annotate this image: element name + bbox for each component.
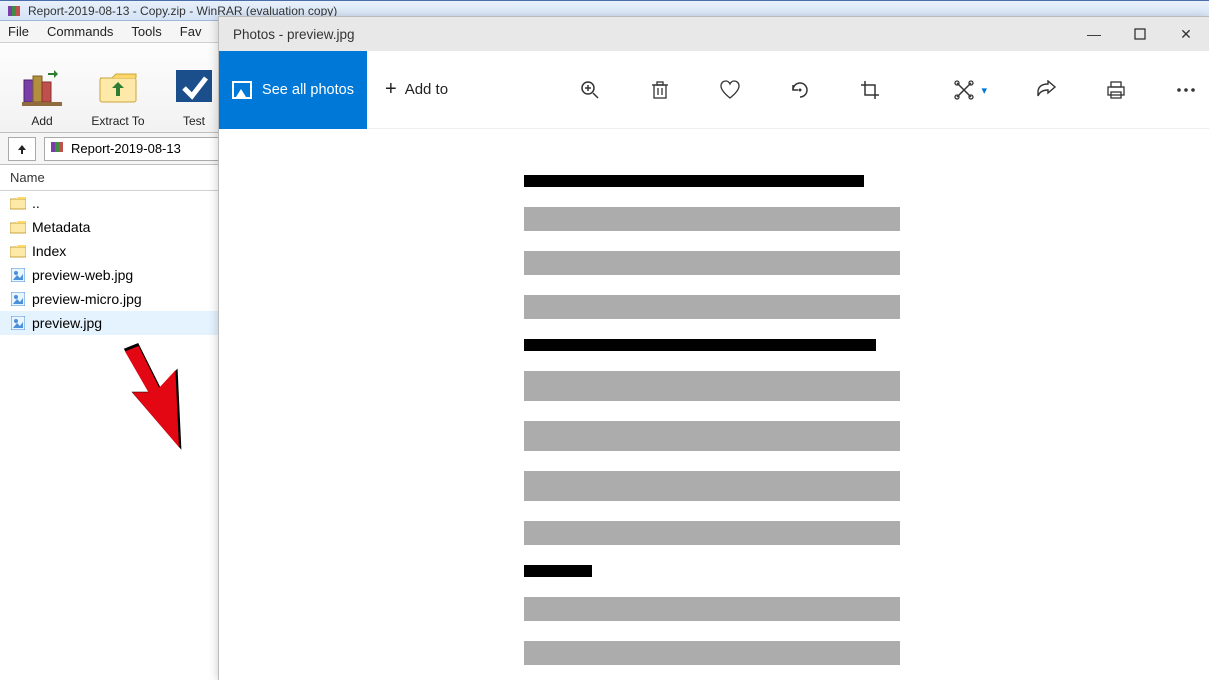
add-to-label: Add to [405,81,448,98]
redacted-line [524,371,900,401]
file-name: preview-micro.jpg [32,291,142,307]
file-name: Index [32,243,66,259]
file-name: preview-web.jpg [32,267,133,283]
favorite-icon[interactable] [719,79,741,101]
redacted-line [524,175,864,187]
archive-icon [49,139,65,158]
toolbar-add-button[interactable]: Add [10,48,74,128]
see-all-photos-button[interactable]: See all photos [219,51,367,129]
photos-toolbar: See all photos + Add to [219,51,1209,129]
folder-icon [10,195,26,211]
folder-icon [10,243,26,259]
toolbar-test-button[interactable]: Test [162,48,226,128]
share-icon[interactable] [1035,79,1057,101]
redacted-line [524,597,900,621]
image-file-icon [10,315,26,331]
edit-icon [953,79,975,101]
close-button[interactable]: ✕ [1163,17,1209,51]
center-tool-icons [579,51,881,129]
redacted-line [524,339,876,351]
more-icon[interactable] [1175,79,1197,101]
redacted-line [524,207,900,231]
redacted-line [524,251,900,275]
toolbar-extract-label: Extract To [91,114,144,128]
books-add-icon [18,62,66,110]
winrar-app-icon [6,3,22,19]
file-name: .. [32,195,40,211]
test-icon [170,62,218,110]
photos-titlebar[interactable]: Photos - preview.jpg — ✕ [219,17,1209,51]
file-name: Metadata [32,219,90,235]
up-folder-button[interactable] [8,137,36,161]
path-text: Report-2019-08-13 [71,141,181,156]
menu-favorites[interactable]: Fav [180,24,202,39]
folder-extract-icon [94,62,142,110]
rotate-icon[interactable] [789,79,811,101]
edit-dropdown-button[interactable]: ▾ [953,79,987,101]
redacted-line [524,565,592,577]
add-to-button[interactable]: + Add to [385,78,448,101]
window-controls: — ✕ [1071,17,1209,51]
menu-file[interactable]: File [8,24,29,39]
gallery-icon [232,81,252,99]
menu-commands[interactable]: Commands [47,24,113,39]
photos-title-text: Photos - preview.jpg [219,27,355,42]
redacted-line [524,295,900,319]
toolbar-test-label: Test [183,114,205,128]
plus-icon: + [385,78,397,101]
maximize-button[interactable] [1117,17,1163,51]
redacted-line [524,521,900,545]
see-all-label: See all photos [262,82,354,98]
right-tool-icons: ▾ [953,51,1197,129]
zoom-icon[interactable] [579,79,601,101]
minimize-button[interactable]: — [1071,17,1117,51]
folder-icon [10,219,26,235]
redacted-line [524,421,900,451]
document-preview-image [524,175,904,680]
redacted-line [524,641,900,665]
image-file-icon [10,291,26,307]
toolbar-extract-button[interactable]: Extract To [86,48,150,128]
annotation-arrow-icon [98,346,188,456]
toolbar-add-label: Add [31,114,52,128]
file-name: preview.jpg [32,315,102,331]
column-name: Name [10,170,45,185]
crop-icon[interactable] [859,79,881,101]
photos-window: Photos - preview.jpg — ✕ See all photos … [218,16,1209,680]
image-file-icon [10,267,26,283]
chevron-down-icon: ▾ [981,84,987,97]
redacted-line [524,471,900,501]
menu-tools[interactable]: Tools [131,24,161,39]
photos-viewport[interactable] [219,129,1209,680]
print-icon[interactable] [1105,79,1127,101]
delete-icon[interactable] [649,79,671,101]
